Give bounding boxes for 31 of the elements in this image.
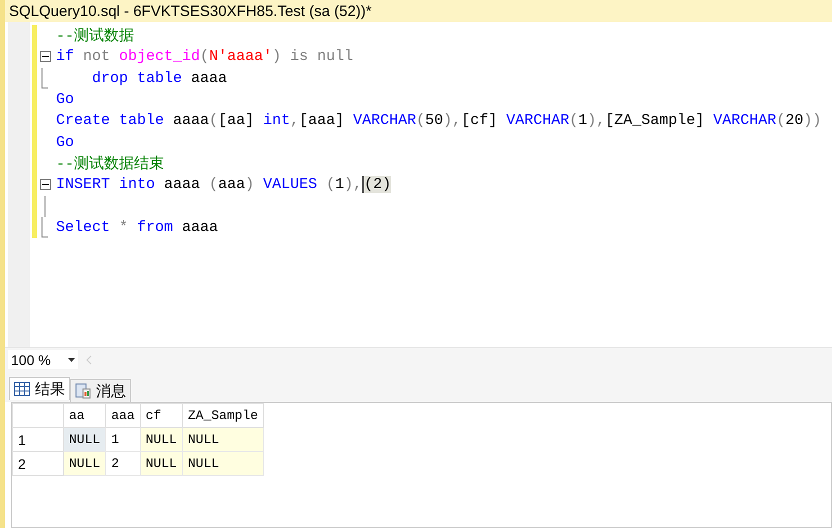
document-title: SQLQuery10.sql - 6FVKTSES30XFH85.Test (sa (52))*: [9, 2, 372, 20]
code-line: Select * from aaaa: [56, 218, 218, 236]
table-cell[interactable]: NULL: [64, 428, 106, 452]
results-tab[interactable]: 结果: [9, 377, 70, 400]
caret-icon: [68, 358, 75, 362]
table-cell[interactable]: NULL: [182, 428, 264, 452]
code-line: --测试数据结束: [56, 154, 164, 173]
code-line: INSERT into aaaa (aaa) VALUES (1),(2): [56, 176, 392, 194]
collapse-icon[interactable]: [40, 179, 50, 190]
fold-end-line: [41, 68, 49, 89]
table-cell[interactable]: NULL: [182, 452, 264, 476]
document-icon: [75, 383, 91, 399]
code-line: --测试数据: [56, 26, 134, 46]
code-line: if not object_id(N'aaaa') is null: [56, 48, 354, 66]
collapse-icon[interactable]: [40, 51, 50, 62]
code-line: Go: [56, 91, 74, 108]
fold-end-line: [41, 216, 49, 238]
table-cell[interactable]: NULL: [140, 452, 182, 476]
corner-cell: [12, 404, 64, 428]
table-cell[interactable]: 1: [106, 428, 140, 452]
table-cell[interactable]: NULL: [64, 452, 106, 476]
code-line: drop table aaaa: [91, 70, 228, 87]
fold-line: [44, 196, 46, 217]
table-cell[interactable]: 2: [106, 452, 140, 476]
grid-icon: [14, 382, 30, 396]
zoom-dropdown[interactable]: 100 %: [8, 350, 78, 369]
document-tab[interactable]: SQLQuery10.sql - 6FVKTSES30XFH85.Test (sa (52))*: [5, 0, 832, 22]
results-tab[interactable]: 消息: [70, 379, 131, 402]
table-cell[interactable]: NULL: [140, 428, 182, 452]
code-line: Create table aaaa([aa] int,[aaa] VARCHAR(50),[cf] VARCHAR(1),[ZA_Sample] VARCHAR(20)): [56, 112, 822, 130]
code-line: Go: [56, 134, 74, 151]
